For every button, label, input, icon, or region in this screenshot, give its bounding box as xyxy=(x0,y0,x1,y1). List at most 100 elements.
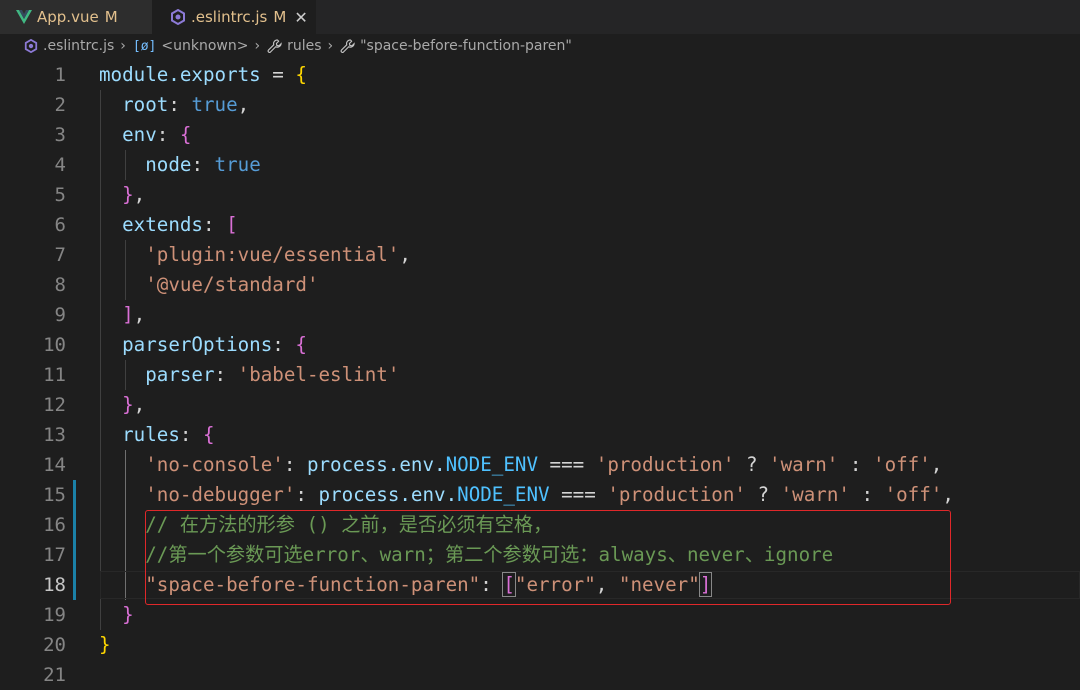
token: : xyxy=(202,213,227,236)
code-line-1[interactable]: module.exports = { xyxy=(99,60,307,90)
token: : xyxy=(283,453,307,476)
code-line-10[interactable]: parserOptions: { xyxy=(99,330,307,360)
code-line-15[interactable]: 'no-debugger': process.env.NODE_ENV === … xyxy=(99,480,954,510)
line-number: 5 xyxy=(54,184,66,206)
annotation-highlight-box xyxy=(145,510,951,605)
token: process.env. xyxy=(306,453,446,476)
line-number: 14 xyxy=(43,454,66,476)
line-number: 13 xyxy=(43,424,66,446)
tab-label: .eslintrc.js xyxy=(191,8,268,26)
token: { xyxy=(295,333,307,356)
line-number: 11 xyxy=(43,364,66,386)
token: 'plugin:vue/essential' xyxy=(145,243,400,266)
line-number: 16 xyxy=(43,514,66,536)
token: = xyxy=(260,63,296,86)
code-line-5[interactable]: }, xyxy=(99,180,145,210)
token: ? xyxy=(745,483,781,506)
token: rules xyxy=(122,423,180,446)
token: : xyxy=(179,423,203,446)
token: : xyxy=(838,453,874,476)
token: 'off' xyxy=(873,453,931,476)
line-number: 7 xyxy=(54,244,66,266)
token: module.exports xyxy=(99,63,261,86)
code-line-8[interactable]: '@vue/standard' xyxy=(99,270,319,300)
code-line-13[interactable]: rules: { xyxy=(99,420,215,450)
variable-icon: [ø] xyxy=(132,38,157,54)
token: , xyxy=(133,393,146,416)
code-line-4[interactable]: node: true xyxy=(99,150,261,180)
breadcrumb-file[interactable]: .eslintrc.js xyxy=(24,38,114,54)
code-line-12[interactable]: }, xyxy=(99,390,145,420)
breadcrumb-symbol-label: <unknown> xyxy=(161,38,249,54)
code-line-2[interactable]: root: true, xyxy=(99,90,249,120)
token: 'production' xyxy=(607,483,746,506)
line-number: 10 xyxy=(43,334,66,356)
code-line-7[interactable]: 'plugin:vue/essential', xyxy=(99,240,411,270)
token: === xyxy=(549,483,608,506)
token: parser xyxy=(145,363,215,386)
token: } xyxy=(122,393,134,416)
code-editor[interactable]: 1 2 3 4 5 6 7 8 9 10 11 12 13 14 15 16 1… xyxy=(0,60,1080,686)
token: 'warn' xyxy=(780,483,850,506)
chevron-right-icon: › xyxy=(254,38,261,54)
line-number: 4 xyxy=(54,154,66,176)
line-number: 2 xyxy=(54,94,66,116)
breadcrumb-property[interactable]: "space-before-function-paren" xyxy=(340,38,572,54)
line-number: 1 xyxy=(54,64,66,86)
token: } xyxy=(122,603,134,626)
token: 'babel-eslint' xyxy=(237,363,400,386)
token: , xyxy=(133,183,146,206)
token: : xyxy=(295,483,319,506)
line-number: 12 xyxy=(43,394,66,416)
line-number: 9 xyxy=(54,304,66,326)
token: NODE_ENV xyxy=(457,483,550,506)
token: root xyxy=(122,93,169,116)
token: '@vue/standard' xyxy=(145,273,319,296)
token: true xyxy=(214,153,261,176)
token: 'off' xyxy=(884,483,943,506)
token: : xyxy=(272,333,296,356)
code-line-14[interactable]: 'no-console': process.env.NODE_ENV === '… xyxy=(99,450,942,480)
line-number: 15 xyxy=(43,484,66,506)
tab-eslintrc[interactable]: .eslintrc.js M ✕ xyxy=(152,0,316,34)
eslint-icon xyxy=(24,39,38,53)
token: 'no-console' xyxy=(145,453,284,476)
line-number: 20 xyxy=(43,634,66,656)
code-line-11[interactable]: parser: 'babel-eslint' xyxy=(99,360,399,390)
breadcrumb-symbol[interactable]: [ø] <unknown> xyxy=(133,38,249,54)
code-line-20[interactable]: } xyxy=(99,630,111,660)
modified-badge: M xyxy=(104,8,118,26)
token: process.env. xyxy=(318,483,458,506)
token: ? xyxy=(734,453,770,476)
token: NODE_ENV xyxy=(445,453,538,476)
token: , xyxy=(133,303,146,326)
token: } xyxy=(99,633,111,656)
token: ] xyxy=(122,303,134,326)
tab-app-vue[interactable]: App.vue M xyxy=(0,0,152,34)
modified-badge: M xyxy=(273,8,287,26)
token: , xyxy=(942,483,954,506)
line-number: 8 xyxy=(54,274,66,296)
code-line-9[interactable]: ], xyxy=(99,300,145,330)
token: parserOptions xyxy=(122,333,273,356)
breadcrumb-rules[interactable]: rules xyxy=(267,38,322,54)
breadcrumb-property-label: "space-before-function-paren" xyxy=(360,38,572,54)
eslint-icon xyxy=(170,9,186,25)
chevron-right-icon: › xyxy=(120,38,126,54)
token: [ xyxy=(226,213,238,236)
close-icon[interactable]: ✕ xyxy=(294,8,307,27)
token: , xyxy=(399,243,411,266)
code-line-6[interactable]: extends: [ xyxy=(99,210,238,240)
tab-label: App.vue xyxy=(37,8,99,26)
token: 'warn' xyxy=(769,453,839,476)
code-line-19[interactable]: } xyxy=(99,600,134,630)
chevron-right-icon: › xyxy=(327,38,334,54)
token: : xyxy=(849,483,885,506)
line-number: 6 xyxy=(54,214,66,236)
line-number: 19 xyxy=(43,604,66,626)
breadcrumb-file-label: .eslintrc.js xyxy=(43,38,115,54)
token: { xyxy=(202,423,215,446)
token: { xyxy=(295,63,307,86)
code-line-3[interactable]: env: { xyxy=(99,120,191,150)
wrench-icon xyxy=(340,38,355,54)
